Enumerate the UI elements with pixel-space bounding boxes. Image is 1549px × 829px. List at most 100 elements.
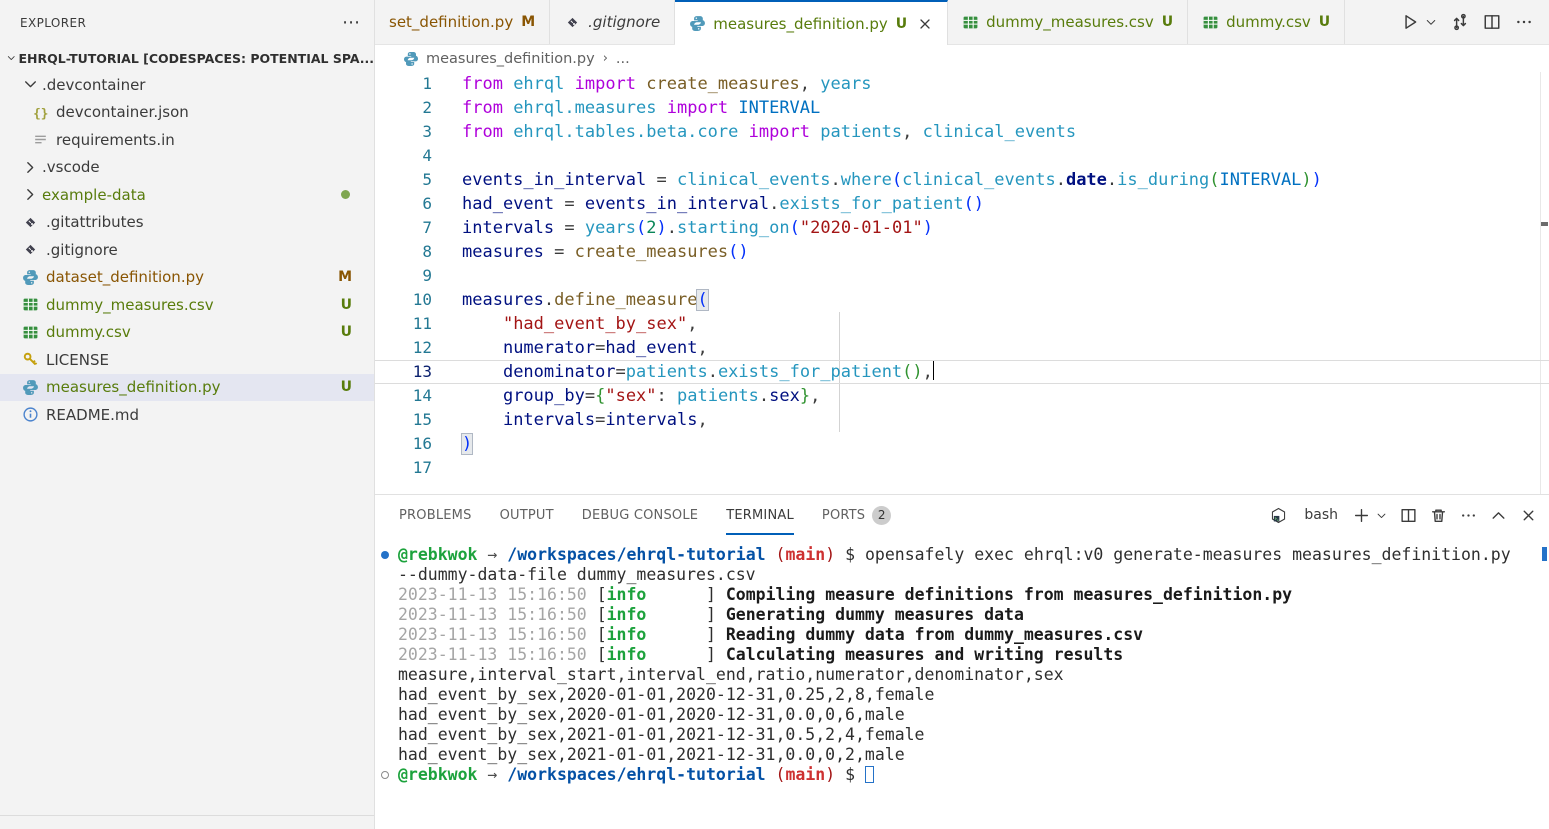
line-number: 15	[375, 408, 432, 432]
code-editor[interactable]: 1 from ehrql import create_measures, year…	[375, 72, 1549, 494]
terminal-shell-label[interactable]: bash	[1304, 507, 1338, 523]
breadcrumb[interactable]: measures_definition.py › ...	[375, 45, 1549, 72]
code-line-8[interactable]: 8measures = create_measures()	[375, 240, 1549, 264]
code-line-5[interactable]: 5events_in_interval = clinical_events.wh…	[375, 168, 1549, 192]
panel-tab-terminal[interactable]: TERMINAL	[726, 495, 794, 535]
panel-tab-label: DEBUG CONSOLE	[582, 508, 698, 523]
tree-item-requirements-in[interactable]: requirements.in	[0, 126, 374, 154]
close-panel-button[interactable]	[1520, 507, 1537, 524]
workspace-root-label: EHRQL-TUTORIAL [CODESPACES: POTENTIAL SP…	[19, 51, 375, 66]
line-number: 12	[375, 336, 432, 360]
breadcrumb-symbol[interactable]: ...	[616, 51, 630, 67]
code-line-13[interactable]: 13 denominator=patients.exists_for_patie…	[375, 360, 1549, 384]
close-tab-icon[interactable]	[917, 16, 933, 32]
csv-icon	[962, 14, 979, 31]
bottom-panel: PROBLEMS OUTPUT DEBUG CONSOLE TERMINAL PORTS…	[375, 494, 1549, 829]
git-icon	[22, 214, 39, 231]
tree-item-label: measures_definition.py	[46, 378, 221, 396]
line-number: 2	[375, 96, 432, 120]
maximize-panel-button[interactable]	[1490, 507, 1507, 524]
tree-item-license[interactable]: LICENSE	[0, 346, 374, 374]
tree-item-dummy-measures-csv[interactable]: dummy_measures.csvU	[0, 291, 374, 319]
git-status-badge: U	[341, 379, 352, 395]
code-line-11[interactable]: 11 "had_event_by_sex",	[375, 312, 1549, 336]
code-line-1[interactable]: 1 from ehrql import create_measures, year…	[375, 72, 1549, 96]
chevron-down-icon	[6, 53, 17, 64]
line-number: 5	[375, 168, 432, 192]
code-text: intervals=intervals,	[462, 408, 708, 432]
explorer-more-actions-icon[interactable]: ⋯	[342, 18, 360, 28]
current-line-highlight	[375, 360, 1549, 384]
tab-measures-definition-py[interactable]: measures_definition.pyU	[675, 0, 948, 45]
panel-tab-problems[interactable]: PROBLEMS	[399, 495, 472, 535]
tree-item-label: README.md	[46, 406, 139, 424]
code-line-12[interactable]: 12 numerator=had_event,	[375, 336, 1549, 360]
tree-item--gitignore[interactable]: .gitignore	[0, 236, 374, 264]
code-line-9[interactable]: 9	[375, 264, 1549, 288]
more-actions-button[interactable]	[1460, 507, 1477, 524]
line-number: 14	[375, 384, 432, 408]
code-line-10[interactable]: 10measures.define_measure(	[375, 288, 1549, 312]
tree-item-measures-definition-py[interactable]: measures_definition.py U	[0, 374, 374, 402]
new-terminal-button[interactable]	[1353, 507, 1370, 524]
code-text: "had_event_by_sex",	[462, 312, 697, 336]
more-actions-button[interactable]	[1515, 13, 1533, 31]
terminal-line: had_event_by_sex,2021-01-01,2021-12-31,0…	[398, 725, 1549, 745]
line-number: 6	[375, 192, 432, 216]
code-line-15[interactable]: 15 intervals=intervals,	[375, 408, 1549, 432]
line-number: 3	[375, 120, 432, 144]
line-number: 8	[375, 240, 432, 264]
tree-item-label: requirements.in	[56, 131, 175, 149]
workspace-root-folder[interactable]: EHRQL-TUTORIAL [CODESPACES: POTENTIAL SP…	[0, 45, 374, 71]
tree-item-example-data[interactable]: example-data	[0, 181, 374, 209]
key-icon	[22, 351, 39, 368]
python-icon	[689, 15, 706, 32]
code-text: from ehrql import create_measures, years	[462, 72, 871, 96]
code-text: from ehrql.tables.beta.core import patie…	[462, 120, 1076, 144]
panel-tab-debug-console[interactable]: DEBUG CONSOLE	[582, 495, 698, 535]
code-line-7[interactable]: 7intervals = years(2).starting_on("2020-…	[375, 216, 1549, 240]
panel-tab-ports[interactable]: PORTS2	[822, 495, 891, 535]
git-changes-dot	[341, 190, 350, 199]
tree-item--devcontainer[interactable]: .devcontainer	[0, 71, 374, 99]
open-changes-button[interactable]	[1451, 13, 1469, 31]
code-text: had_event = events_in_interval.exists_fo…	[462, 192, 984, 216]
tree-item-label: example-data	[42, 186, 146, 204]
tree-item-devcontainer-json[interactable]: {}devcontainer.json	[0, 99, 374, 127]
terminal[interactable]: @rebkwok → /workspaces/ehrql-tutorial (m…	[375, 535, 1549, 785]
tree-item-dummy-csv[interactable]: dummy.csvU	[0, 319, 374, 347]
tree-item--gitattributes[interactable]: .gitattributes	[0, 209, 374, 237]
tab-set-definition-py[interactable]: set_definition.pyM	[375, 0, 550, 44]
code-line-6[interactable]: 6 had_event = events_in_interval.exists_f…	[375, 192, 1549, 216]
breadcrumb-separator: ›	[603, 51, 608, 66]
code-line-4[interactable]: 4	[375, 144, 1549, 168]
tree-item--vscode[interactable]: .vscode	[0, 154, 374, 182]
code-line-14[interactable]: 14 group_by={"sex": patients.sex},	[375, 384, 1549, 408]
code-line-17[interactable]: 17	[375, 456, 1549, 480]
split-terminal-button[interactable]	[1400, 507, 1417, 524]
tab-dummy-csv[interactable]: dummy.csvU	[1188, 0, 1345, 44]
panel-tab-output[interactable]: OUTPUT	[500, 495, 554, 535]
code-line-16[interactable]: 16)	[375, 432, 1549, 456]
code-text: )	[462, 432, 472, 456]
run-dropdown[interactable]	[1425, 16, 1437, 28]
tree-item-readme-md[interactable]: README.md	[0, 401, 374, 429]
terminal-dropdown[interactable]	[1376, 510, 1387, 521]
git-status-badge: U	[1162, 14, 1173, 30]
kill-terminal-button[interactable]	[1430, 507, 1447, 524]
breadcrumb-file[interactable]: measures_definition.py	[426, 51, 595, 67]
tree-item-dataset-definition-py[interactable]: dataset_definition.pyM	[0, 264, 374, 292]
python-icon	[403, 51, 419, 67]
code-line-2[interactable]: 2from ehrql.measures import INTERVAL	[375, 96, 1549, 120]
tab--gitignore[interactable]: .gitignore	[550, 0, 675, 44]
line-number: 16	[375, 432, 432, 456]
line-number: 11	[375, 312, 432, 336]
explorer-sidebar: EXPLORER ⋯ EHRQL-TUTORIAL [CODESPACES: P…	[0, 0, 375, 829]
run-button[interactable]	[1401, 13, 1419, 31]
explorer-title: EXPLORER	[20, 16, 86, 30]
tab-dummy-measures-csv[interactable]: dummy_measures.csvU	[948, 0, 1188, 44]
outline-section[interactable]: OUTLINE	[0, 815, 374, 829]
line-number: 1	[375, 72, 432, 96]
split-editor-button[interactable]	[1483, 13, 1501, 31]
code-line-3[interactable]: 3 from ehrql.tables.beta.core import pati…	[375, 120, 1549, 144]
